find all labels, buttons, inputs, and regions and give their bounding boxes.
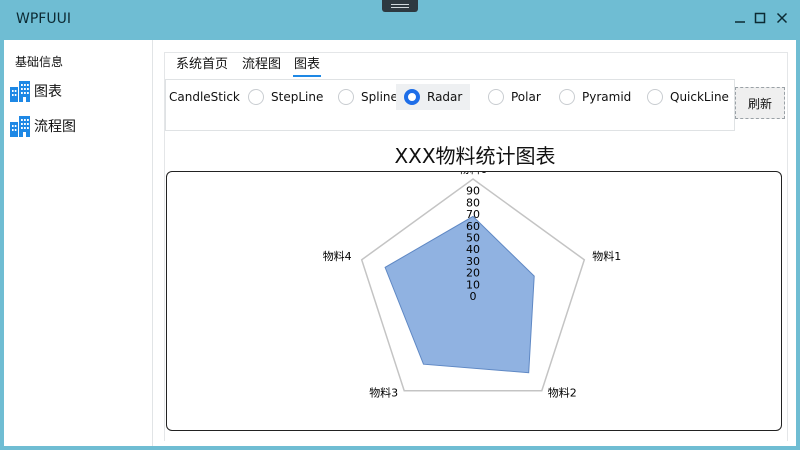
radio-quickline[interactable]: QuickLine	[647, 84, 729, 110]
radar-chart: 0102030405060708090 物料0 物料1 物料2 物料3 物料4	[323, 172, 622, 400]
radio-spline[interactable]: Spline	[338, 84, 398, 110]
building-icon	[10, 81, 30, 102]
chart-type-candlestick[interactable]: CandleStick	[169, 90, 240, 104]
radar-tick-label: 30	[466, 255, 480, 268]
radar-tick-label: 0	[470, 290, 477, 303]
maximize-button[interactable]	[750, 8, 770, 28]
radio-circle-icon	[559, 89, 575, 105]
chart-type-selector: CandleStick StepLine Spline Radar Polar …	[165, 79, 735, 131]
radar-category-label: 物料4	[323, 249, 352, 263]
radar-category-label: 物料3	[369, 386, 398, 400]
radio-stepline[interactable]: StepLine	[248, 84, 323, 110]
radar-tick-label: 60	[466, 220, 480, 233]
radar-category-label: 物料0	[459, 172, 488, 176]
radio-polar[interactable]: Polar	[488, 84, 541, 110]
radar-category-label: 物料1	[592, 249, 621, 263]
building-icon	[10, 116, 30, 137]
radio-selected-icon	[404, 89, 420, 105]
radio-label: StepLine	[271, 90, 324, 104]
tab-flowchart[interactable]: 流程图	[241, 56, 282, 74]
sidebar-item-label: 流程图	[34, 119, 76, 135]
minimize-icon	[735, 21, 745, 23]
app-title: WPFUUI	[16, 11, 71, 27]
radar-tick-label: 20	[466, 267, 480, 280]
radio-label: Spline	[361, 90, 398, 104]
radio-label: Pyramid	[582, 90, 632, 104]
radio-label: Polar	[511, 90, 541, 104]
chart-area: 0102030405060708090 物料0 物料1 物料2 物料3 物料4	[166, 171, 782, 431]
sidebar-item-flowchart[interactable]: 流程图	[8, 113, 76, 139]
radio-circle-icon	[338, 89, 354, 105]
sidebar-item-label: 图表	[34, 84, 62, 100]
chart-title: XXX物料统计图表	[394, 144, 556, 168]
radio-circle-icon	[248, 89, 264, 105]
sidebar-item-chart[interactable]: 图表	[8, 78, 62, 104]
radar-tick-label: 70	[466, 208, 480, 221]
radar-tick-label: 80	[466, 196, 480, 209]
radar-tick-label: 90	[466, 185, 480, 198]
radar-tick-label: 40	[466, 243, 480, 256]
minimize-button[interactable]	[730, 8, 750, 28]
tab-chart[interactable]: 图表	[293, 56, 322, 77]
radio-pyramid[interactable]: Pyramid	[559, 84, 631, 110]
radio-label: QuickLine	[670, 90, 729, 104]
close-icon	[776, 12, 788, 24]
window-content: 基础信息 图表 流程图 系统首页 流程图 图表 CandleStick Step…	[4, 40, 796, 446]
radar-series-0	[384, 215, 535, 374]
drag-handle[interactable]	[382, 0, 418, 12]
radio-circle-icon	[647, 89, 663, 105]
refresh-button[interactable]: 刷新	[735, 87, 785, 119]
sidebar-header: 基础信息	[15, 55, 64, 69]
radar-tick-label: 50	[466, 232, 480, 245]
maximize-icon	[754, 12, 766, 24]
radar-tick-label: 10	[466, 278, 480, 291]
title-bar: WPFUUI	[0, 0, 800, 40]
tab-bar: 系统首页 流程图 图表	[165, 53, 787, 79]
radar-category-label: 物料2	[548, 386, 577, 400]
sidebar: 基础信息 图表 流程图	[4, 40, 153, 446]
radio-radar[interactable]: Radar	[396, 84, 471, 110]
radio-circle-icon	[488, 89, 504, 105]
tab-home[interactable]: 系统首页	[175, 56, 229, 74]
close-button[interactable]	[772, 8, 792, 28]
radio-label: Radar	[427, 90, 463, 104]
